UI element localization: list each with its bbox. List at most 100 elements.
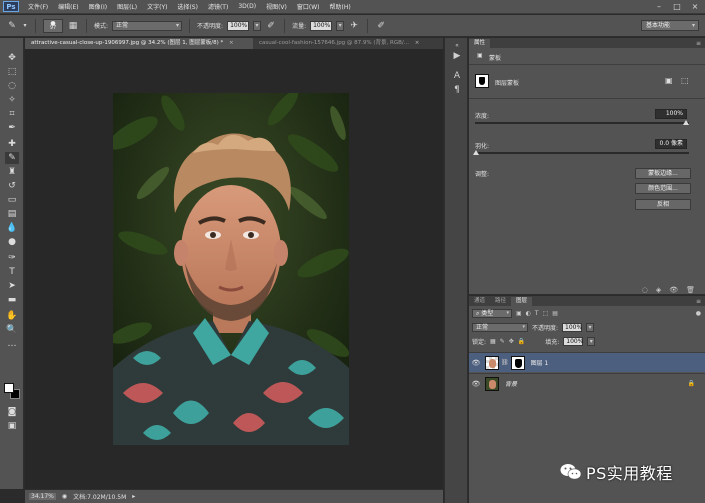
move-tool-icon[interactable]: ✥ — [5, 52, 19, 64]
opacity-input[interactable]: 100% — [227, 20, 250, 31]
menu-select[interactable]: 选择(S) — [172, 2, 203, 11]
shape-tool-icon[interactable]: ▬ — [5, 294, 19, 306]
lock-transparent-icon[interactable]: ▦ — [490, 338, 496, 345]
flow-input[interactable]: 100% — [310, 20, 333, 31]
chevron-down-icon[interactable]: ▾ — [22, 20, 28, 32]
document-canvas-photo[interactable] — [113, 93, 349, 445]
history-brush-tool-icon[interactable]: ↺ — [5, 180, 19, 192]
fill-dropdown[interactable]: ▾ — [587, 337, 596, 346]
vector-mask-icon[interactable]: ⬚ — [681, 76, 689, 85]
panel-menu-icon[interactable]: ≡ — [696, 297, 701, 306]
airbrush-icon[interactable]: ✈ — [348, 20, 360, 32]
invert-button[interactable]: 反相 — [635, 199, 691, 210]
quick-mask-icon[interactable]: ◙ — [5, 406, 19, 418]
maximize-button[interactable]: □ — [671, 2, 683, 11]
menu-help[interactable]: 帮助(H) — [325, 2, 356, 11]
menu-image[interactable]: 图像(I) — [84, 2, 112, 11]
feather-input[interactable]: 0.0 像素 — [655, 139, 687, 149]
fill-input[interactable]: 100% — [563, 337, 583, 346]
select-pixel-mask-icon[interactable]: ▣ — [665, 76, 673, 85]
filter-toggle-icon[interactable]: ● — [696, 310, 701, 317]
clone-stamp-tool-icon[interactable]: ♜ — [5, 166, 19, 178]
apply-mask-icon[interactable]: ◈ — [656, 286, 661, 294]
brush-panel-toggle-icon[interactable]: ▦ — [67, 20, 79, 32]
close-icon[interactable]: × — [415, 40, 420, 46]
path-select-tool-icon[interactable]: ➤ — [5, 280, 19, 292]
delete-mask-icon[interactable]: 🗑 — [686, 286, 695, 294]
character-panel-icon[interactable]: A — [450, 70, 464, 82]
canvas-area[interactable] — [25, 49, 443, 489]
lock-image-icon[interactable]: ✎ — [500, 338, 505, 345]
menu-filter[interactable]: 滤镜(T) — [203, 2, 233, 11]
close-icon[interactable]: × — [229, 40, 234, 46]
color-range-button[interactable]: 颜色范围... — [635, 183, 691, 194]
opacity-dropdown[interactable]: ▾ — [253, 20, 262, 31]
dodge-tool-icon[interactable]: ● — [5, 236, 19, 248]
menu-type[interactable]: 文字(Y) — [142, 2, 172, 11]
tab-paths[interactable]: 路径 — [490, 297, 511, 306]
healing-brush-tool-icon[interactable]: ✚ — [5, 138, 19, 150]
close-window-button[interactable]: × — [689, 2, 701, 11]
layer-opacity-dropdown[interactable]: ▾ — [586, 323, 595, 332]
menu-3d[interactable]: 3D(D) — [233, 3, 261, 10]
smart-object-filter-icon[interactable]: ▤ — [552, 310, 558, 317]
adjustment-filter-icon[interactable]: ◐ — [526, 310, 531, 317]
more-tools-icon[interactable]: … — [5, 338, 19, 350]
menu-file[interactable]: 文件(F) — [23, 2, 53, 11]
layer-row[interactable]: 👁 ⛓ 图层 1 — [469, 352, 705, 372]
crop-tool-icon[interactable]: ⌗ — [5, 108, 19, 120]
layer-kind-filter[interactable]: ⌕ 类型 — [472, 309, 512, 318]
panel-menu-icon[interactable]: ≡ — [696, 39, 701, 48]
brush-size-picker[interactable]: ● 97 — [43, 18, 63, 33]
quick-select-tool-icon[interactable]: ✧ — [5, 94, 19, 106]
menu-edit[interactable]: 编辑(E) — [53, 2, 83, 11]
visibility-icon[interactable]: 👁 — [469, 359, 483, 367]
screen-mode-icon[interactable]: ▣ — [5, 420, 19, 432]
layer-thumbnail[interactable] — [485, 376, 499, 391]
pen-tool-icon[interactable]: ✑ — [5, 252, 19, 264]
mask-edge-button[interactable]: 蒙板边缘... — [635, 168, 691, 179]
blur-tool-icon[interactable]: 💧 — [5, 222, 19, 234]
menu-layer[interactable]: 图层(L) — [112, 2, 142, 11]
play-action-icon[interactable]: ▶ — [450, 50, 464, 62]
pressure-size-icon[interactable]: ✐ — [375, 20, 387, 32]
status-arrow-icon[interactable]: ▸ — [132, 493, 135, 500]
menu-view[interactable]: 视图(V) — [261, 2, 292, 11]
foreground-color-swatch[interactable] — [4, 383, 14, 393]
color-swatches[interactable] — [4, 383, 20, 399]
type-filter-icon[interactable]: T — [535, 310, 539, 317]
flow-dropdown[interactable]: ▾ — [336, 20, 345, 31]
hand-tool-icon[interactable]: ✋ — [5, 310, 19, 322]
tab-properties[interactable]: 属性 — [469, 39, 491, 48]
visibility-icon[interactable]: 👁 — [469, 380, 483, 388]
density-input[interactable]: 100% — [655, 109, 687, 119]
layer-opacity-input[interactable]: 100% — [562, 323, 582, 332]
density-slider-handle[interactable] — [683, 120, 689, 125]
pressure-opacity-icon[interactable]: ✐ — [265, 20, 277, 32]
marquee-tool-icon[interactable]: ⬚ — [5, 66, 19, 78]
mask-thumbnail[interactable] — [475, 74, 489, 88]
status-menu-icon[interactable]: ◉ — [62, 493, 67, 500]
eraser-tool-icon[interactable]: ▭ — [5, 194, 19, 206]
feather-slider[interactable] — [475, 152, 689, 154]
tab-document-2[interactable]: casual-cool-fashion-157646.jpg @ 87.9% (… — [253, 38, 443, 49]
eyedropper-tool-icon[interactable]: ✒ — [5, 122, 19, 134]
layer-row[interactable]: 👁 背景 🔒 — [469, 373, 705, 393]
brush-tool-preset-icon[interactable]: ✎ — [6, 20, 18, 32]
minimize-button[interactable]: – — [653, 2, 665, 11]
paragraph-panel-icon[interactable]: ¶ — [450, 84, 464, 96]
lock-all-icon[interactable]: 🔒 — [518, 338, 525, 345]
visibility-icon[interactable]: 👁 — [669, 286, 678, 294]
menu-window[interactable]: 窗口(W) — [292, 2, 325, 11]
zoom-tool-icon[interactable]: 🔍 — [5, 324, 19, 336]
type-tool-icon[interactable]: T — [5, 266, 19, 278]
lasso-tool-icon[interactable]: ◌ — [5, 80, 19, 92]
blend-mode-select[interactable]: 正常 — [472, 323, 528, 332]
shape-filter-icon[interactable]: ⬚ — [543, 310, 549, 317]
workspace-select[interactable]: 基本功能 — [641, 20, 699, 31]
mode-select[interactable]: 正常 — [112, 20, 183, 31]
pixel-filter-icon[interactable]: ▣ — [516, 310, 522, 317]
tab-layers[interactable]: 图层 — [511, 297, 533, 306]
load-selection-icon[interactable]: ◌ — [642, 286, 648, 294]
feather-slider-handle[interactable] — [473, 150, 479, 155]
